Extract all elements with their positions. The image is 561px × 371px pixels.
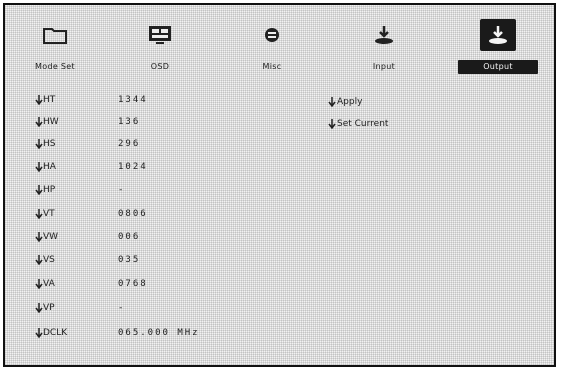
arrow-icon [35,139,43,150]
tab-mode-set[interactable]: Mode Set [13,19,97,81]
param-value: 035 [118,255,141,265]
param-key: VS [43,255,55,265]
apply-label: Apply [337,97,363,107]
arrow-icon [35,117,43,128]
param-value: - [118,303,126,313]
tab-label: Input [372,62,396,71]
tab-label: Output [458,60,538,74]
param-key: HS [43,139,56,149]
param-value: 296 [118,139,141,149]
param-key: HW [43,117,59,127]
param-key: VP [43,303,55,313]
input-icon [366,19,402,51]
param-key: VA [43,279,55,289]
param-value: - [118,185,126,195]
arrow-icon [35,279,43,290]
display-icon [142,19,178,51]
folder-icon [37,19,73,51]
tab-misc[interactable]: Misc [230,19,314,81]
arrow-icon [328,119,336,130]
tab-label: Mode Set [35,62,75,71]
settings-window: Mode Set OSD Misc Input Output HT 1344 H… [3,3,556,367]
set-current-label: Set Current [337,119,389,129]
misc-icon [254,19,290,51]
tab-label: Misc [262,62,282,71]
param-key: HP [43,185,56,195]
output-icon [480,19,516,51]
param-key: DCLK [43,328,68,338]
tab-label: OSD [150,62,170,71]
tab-input[interactable]: Input [342,19,426,81]
arrow-icon [35,255,43,266]
param-value: 1024 [118,162,148,172]
tab-bar: Mode Set OSD Misc Input Output [5,19,554,81]
arrow-icon [35,162,43,173]
tab-output[interactable]: Output [456,19,540,81]
arrow-icon [328,97,336,108]
arrow-icon [35,232,43,243]
tab-osd[interactable]: OSD [118,19,202,81]
arrow-icon [35,303,43,314]
param-value: 0806 [118,209,148,219]
param-key: VT [43,209,55,219]
arrow-icon [35,185,43,196]
param-value: 0768 [118,279,148,289]
param-value: 006 [118,232,141,242]
param-value: 1344 [118,95,148,105]
arrow-icon [35,95,43,106]
arrow-icon [35,209,43,220]
param-key: HA [43,162,56,172]
param-key: HT [43,95,56,105]
param-value: 065.000 MHz [118,328,200,338]
param-key: VW [43,232,59,242]
param-value: 136 [118,117,141,127]
arrow-icon [35,328,43,339]
